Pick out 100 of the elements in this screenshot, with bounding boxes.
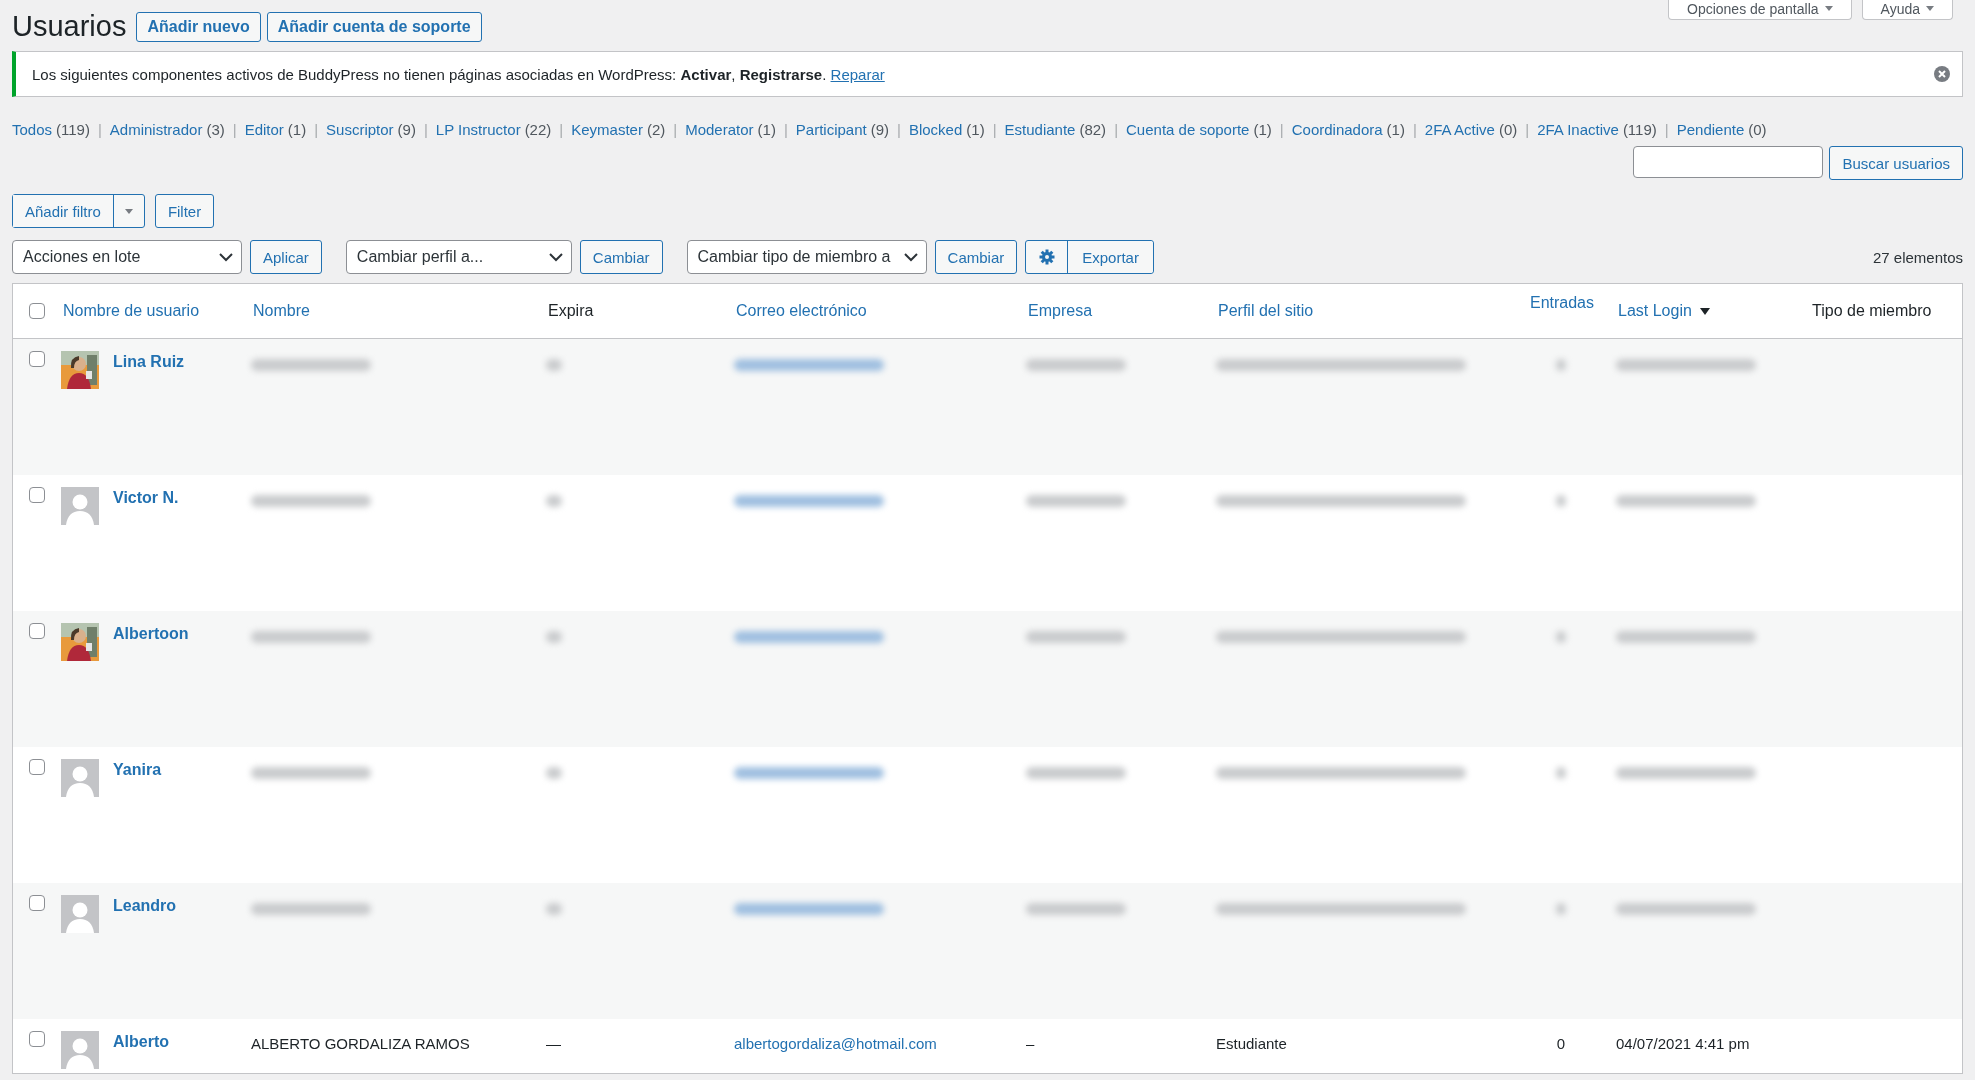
username-link[interactable]: Lina Ruiz [113,351,185,389]
role-count: (22) [524,121,552,138]
redacted-text [546,767,562,779]
separator: | [314,121,319,138]
separator: | [1279,121,1284,138]
member-type-select[interactable]: Cambiar tipo de miembro a [686,240,927,274]
select-all-checkbox[interactable] [29,303,45,319]
redacted-text [1556,767,1566,779]
add-filter-button[interactable]: Añadir filtro [12,194,145,228]
screen-tab[interactable]: Ayuda [1861,0,1953,20]
column-header[interactable]: Perfil del sitio [1216,302,1506,320]
role-filter-link[interactable]: LP Instructor [435,121,521,138]
search-button[interactable]: Buscar usuarios [1829,146,1963,180]
role-filter-link[interactable]: Participant [795,121,867,138]
separator: | [559,121,564,138]
caret-icon [124,208,133,214]
caret-icon [903,252,918,262]
role-filter-link[interactable]: Moderator [685,121,754,138]
role-filter-link[interactable]: Todos [12,121,53,138]
title-action-button[interactable]: Añadir nuevo [136,11,261,42]
role-filter-link[interactable]: Estudiante [1004,121,1076,138]
page-title: Usuarios [12,10,127,43]
separator: | [97,121,102,138]
separator: | [897,121,901,138]
row-checkbox[interactable] [29,623,45,639]
change-button[interactable]: Cambiar [934,240,1018,274]
notice-text: Los siguientes componentes activos de BuddyPress no tienen páginas asociadas en WordPress: Activar, Registrarse. Reparar [32,65,885,83]
redacted-text [1556,359,1566,371]
search-field[interactable] [1633,146,1824,178]
redacted-text [1556,903,1566,915]
change-profile-select[interactable]: Cambiar perfil a... [345,240,572,274]
role-count: (1) [966,121,985,138]
role-count: (0) [1498,121,1518,138]
repair-link[interactable]: Reparar [830,65,885,83]
role-filter-link[interactable]: Cuenta de soporte [1126,121,1250,138]
redacted-text [546,903,562,915]
row-checkbox[interactable] [29,895,45,911]
role-filter-link[interactable]: 2FA Active [1424,121,1495,138]
username-link[interactable]: Victor N. [113,487,179,525]
email-link[interactable]: albertogordaliza@hotmail.com [734,1035,937,1052]
role-count: (1) [757,121,776,138]
column-header[interactable]: Last Login [1616,302,1810,320]
avatar-icon [61,487,99,525]
title-action-button[interactable]: Añadir cuenta de soporte [266,11,482,42]
role-filter-link[interactable]: Blocked [908,121,963,138]
column-header[interactable]: Entradas [1506,284,1616,312]
role-count: (9) [397,121,416,138]
change-button[interactable]: Cambiar [579,240,663,274]
table-cell: Estudiante [1216,1035,1287,1052]
role-filter-link[interactable]: 2FA Inactive [1537,121,1619,138]
row-checkbox[interactable] [29,351,45,367]
caret-icon [219,252,233,262]
screen-tab[interactable]: Opciones de pantalla [1668,0,1852,20]
separator: | [423,121,428,138]
avatar-icon [61,759,99,797]
separator: | [673,121,678,138]
table-cell: – [1026,1035,1035,1052]
username-link[interactable]: Yanira [113,759,162,797]
role-filter-link[interactable]: Suscriptor [326,121,394,138]
caret-icon [1824,6,1833,11]
row-checkbox[interactable] [29,487,45,503]
role-count: (0) [1748,121,1767,138]
role-count: (9) [870,121,889,138]
column-header[interactable]: Nombre [251,302,546,320]
caret-icon [1926,6,1934,11]
role-filter-link[interactable]: Editor [244,121,284,138]
filter-button[interactable]: Filter [154,194,215,228]
role-count: (3) [206,121,225,138]
avatar-icon [61,1031,99,1069]
separator: | [1525,121,1530,138]
role-filter-link[interactable]: Administrador [109,121,203,138]
bulk-actions-select[interactable]: Acciones en lote [12,240,242,274]
role-count: (119) [1622,121,1657,138]
apply-button[interactable]: Aplicar [250,240,322,274]
role-filter-link[interactable]: Coordinadora [1291,121,1383,138]
column-header[interactable]: Nombre de usuario [61,302,251,320]
role-count: (1) [1253,121,1272,138]
separator: | [992,121,997,138]
separator: | [232,121,237,138]
table-cell: 0 [1556,1035,1566,1052]
redacted-text [546,631,562,643]
separator: | [783,121,788,138]
role-count: (2) [646,121,666,138]
redacted-text [1556,495,1566,507]
separator: | [1114,121,1119,138]
column-header[interactable]: Empresa [1026,302,1216,320]
username-link[interactable]: Leandro [113,895,177,933]
role-filter-link[interactable]: Pendiente [1676,121,1745,138]
row-checkbox[interactable] [29,1031,45,1047]
role-count: (1) [1386,121,1405,138]
redacted-text [546,359,562,371]
username-link[interactable]: Albertoon [113,623,189,661]
close-icon[interactable] [1934,66,1950,82]
column-header[interactable]: Correo electrónico [734,302,1026,320]
username-link[interactable]: Alberto [113,1031,169,1069]
row-checkbox[interactable] [29,759,45,775]
avatar-icon [61,895,99,933]
table-cell: — [546,1035,561,1052]
column-header: Tipo de miembro [1811,302,1933,320]
role-filter-link[interactable]: Keymaster [571,121,643,138]
